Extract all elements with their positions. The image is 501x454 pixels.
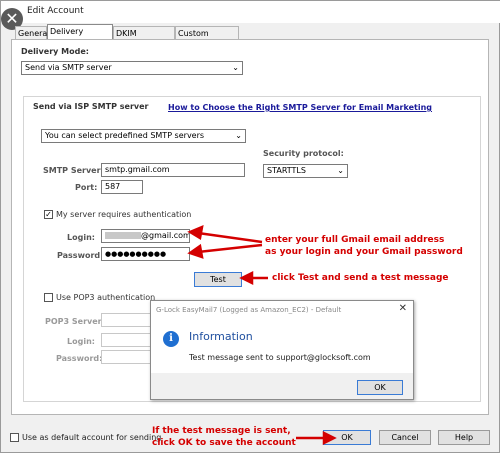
annotation-ok-line1: If the test message is sent, [152, 426, 291, 436]
login-arrowhead [187, 224, 204, 241]
annotation-test: click Test and send a test message [272, 273, 449, 283]
password-arrow [197, 243, 263, 254]
ok-arrowhead [322, 430, 337, 446]
login-arrow [197, 231, 263, 244]
annotation-arrows [187, 224, 337, 446]
test-arrowhead [239, 270, 254, 286]
password-arrowhead [187, 243, 204, 259]
annotation-login-line2: as your login and your Gmail password [265, 247, 463, 257]
annotation-ok-line2: click OK to save the account [152, 438, 296, 448]
annotation-login-line1: enter your full Gmail email address [265, 235, 445, 245]
